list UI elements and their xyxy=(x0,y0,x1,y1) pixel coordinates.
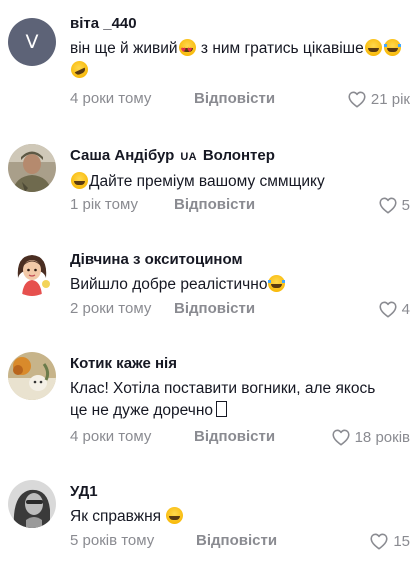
username-text: Саша Андібур xyxy=(70,147,175,164)
like-count: 15 xyxy=(393,532,410,550)
grinning-emoji-icon xyxy=(166,507,184,524)
username-text: віта _440 xyxy=(70,15,137,32)
tears-of-joy-emoji-icon xyxy=(268,275,286,292)
comment-timestamp: 5 років тому xyxy=(70,532,155,549)
like-count: 4 xyxy=(401,300,410,318)
avatar-photo xyxy=(8,352,56,400)
like-button[interactable]: 21 рік xyxy=(347,90,410,108)
heart-outline-icon xyxy=(379,197,397,214)
comment-username[interactable]: Котик каже нія xyxy=(70,354,410,374)
comment-meta: 5 років тому Відповісти 15 xyxy=(70,532,410,552)
comment-username[interactable]: Саша Андібур UA Волонтер xyxy=(70,146,410,167)
comment-timestamp: 1 рік тому xyxy=(70,196,138,213)
reply-button[interactable]: Відповісти xyxy=(174,300,255,317)
avatar[interactable] xyxy=(8,352,56,400)
missing-glyph-icon xyxy=(216,401,228,417)
username-text: Дівчина з окситоцином xyxy=(70,251,243,268)
username-suffix: Волонтер xyxy=(202,147,275,164)
avatar[interactable] xyxy=(8,480,56,528)
heart-outline-icon xyxy=(370,533,388,550)
comment-meta: 4 роки тому Відповісти 21 рік xyxy=(70,90,410,110)
comment-username[interactable]: віта _440 xyxy=(70,14,410,34)
tears-of-joy-emoji-icon xyxy=(383,39,401,56)
grinning-emoji-icon xyxy=(71,172,88,189)
like-button[interactable]: 15 xyxy=(369,532,410,550)
comment-meta: 1 рік тому Відповісти 5 xyxy=(70,196,410,216)
comment-username[interactable]: УД1 xyxy=(70,482,410,502)
reply-button[interactable]: Відповісти xyxy=(174,196,255,213)
heart-eyes-emoji-icon xyxy=(178,39,196,62)
comment-timestamp: 4 роки тому xyxy=(70,90,152,107)
like-count: 5 xyxy=(401,196,410,214)
heart-outline-icon xyxy=(332,429,350,446)
rofl-emoji-icon xyxy=(68,58,91,81)
comment-text: Як справжня xyxy=(70,506,410,528)
reply-button[interactable]: Відповісти xyxy=(196,532,277,549)
reply-button[interactable]: Відповісти xyxy=(194,90,275,107)
comment-meta: 2 роки тому Відповісти 4 xyxy=(70,300,410,320)
avatar[interactable]: V xyxy=(8,18,56,66)
avatar-illustration xyxy=(8,248,56,296)
heart-outline-icon xyxy=(379,301,397,318)
comment-username[interactable]: Дівчина з окситоцином xyxy=(70,250,410,270)
username-text: УД1 xyxy=(70,483,98,500)
like-button[interactable]: 5 xyxy=(378,196,410,214)
country-flag-label: UA xyxy=(180,151,197,163)
avatar-photo xyxy=(8,480,56,528)
like-button[interactable]: 4 xyxy=(378,300,410,318)
avatar-letter: V xyxy=(25,31,39,53)
comment-text: Клас! Хотіла поставити вогники, але якос… xyxy=(70,380,376,419)
comment-text: він ще й живий з ним гратись цікавіше xyxy=(68,38,410,82)
grinning-emoji-icon xyxy=(364,39,382,56)
comment-timestamp: 2 роки тому xyxy=(70,300,152,317)
avatar[interactable] xyxy=(8,144,56,192)
like-count: 18 років xyxy=(354,428,410,446)
avatar[interactable] xyxy=(8,248,56,296)
reply-button[interactable]: Відповісти xyxy=(194,428,275,445)
like-count: 21 рік xyxy=(370,90,410,108)
comment-meta: 4 роки тому Відповісти 18 років xyxy=(70,428,410,448)
username-text: Котик каже нія xyxy=(70,355,177,372)
comment-text: Дайте преміум вашому смм​щику xyxy=(70,171,410,193)
avatar-photo xyxy=(8,144,56,192)
comment-text: Вийшло добре реалістично xyxy=(70,274,410,296)
like-button[interactable]: 18 років xyxy=(331,428,410,446)
heart-outline-icon xyxy=(348,91,366,108)
comment-timestamp: 4 роки тому xyxy=(70,428,152,445)
